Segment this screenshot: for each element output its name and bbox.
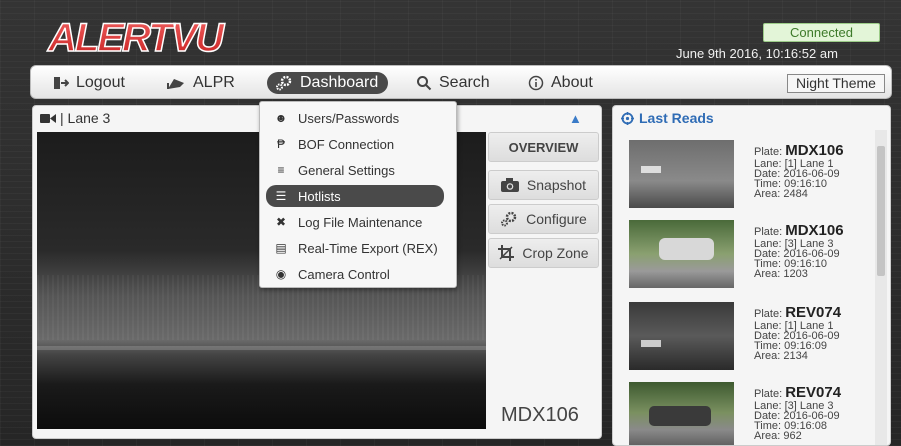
read-details: Plate: REV074 Lane: [1] Lane 1 Date: 201…	[754, 304, 842, 362]
main-navbar: Logout ALPR Dashboard Search About Night…	[30, 65, 892, 99]
read-thumbnail[interactable]	[629, 220, 734, 288]
gears-icon	[501, 211, 517, 227]
current-datetime: June 9th 2016, 10:16:52 am	[676, 46, 838, 61]
search-icon	[417, 76, 432, 91]
list-icon: ☰	[275, 189, 287, 203]
camera-control-icon: ◉	[275, 267, 287, 281]
scrollbar-thumb[interactable]	[877, 146, 885, 276]
configure-label: Configure	[526, 211, 587, 227]
logout-link[interactable]: Logout	[53, 72, 125, 94]
menu-item-label: Users/Passwords	[298, 110, 400, 126]
document-icon: ▤	[275, 241, 287, 255]
crop-zone-label: Crop Zone	[522, 245, 589, 261]
read-details: Plate: REV074 Lane: [3] Lane 3 Date: 201…	[754, 384, 842, 442]
configure-button[interactable]: Configure	[488, 204, 599, 234]
dashboard-label: Dashboard	[300, 74, 379, 91]
last-reads-title: Last Reads	[621, 110, 714, 126]
last-reads-label: Last Reads	[639, 110, 714, 126]
current-plate-readout: MDX106	[501, 404, 579, 426]
menu-item-label: Real-Time Export (REX)	[298, 240, 438, 256]
plate-field-label: Plate:	[754, 146, 783, 158]
overview-label: OVERVIEW	[508, 139, 579, 155]
read-details: Plate: MDX106 Lane: [1] Lane 1 Date: 201…	[754, 142, 844, 200]
night-theme-button[interactable]: Night Theme	[787, 74, 885, 93]
read-thumbnail[interactable]	[629, 382, 734, 445]
menu-item-hotlists[interactable]: ☰ Hotlists	[266, 185, 444, 207]
plate-field-label: Plate:	[754, 226, 783, 238]
plate-number: MDX106	[785, 222, 844, 239]
alpr-link[interactable]: ALPR	[166, 72, 235, 94]
read-area: Area: 2134	[754, 350, 808, 362]
about-label: About	[551, 74, 593, 91]
menu-item-users-passwords[interactable]: ☻ Users/Passwords	[266, 107, 444, 129]
search-link[interactable]: Search	[416, 72, 490, 94]
menu-item-label: Hotlists	[298, 188, 341, 204]
last-reads-scrollbar[interactable]	[875, 130, 887, 445]
alertvu-logo: ALERTVU	[46, 15, 228, 59]
sliders-icon: ≡	[277, 163, 285, 177]
logout-icon	[54, 77, 69, 89]
collapse-caret-icon[interactable]: ▲	[569, 111, 582, 126]
camera-scene-road	[37, 345, 486, 350]
gears-icon	[276, 75, 292, 91]
menu-item-general-settings[interactable]: ≡ General Settings	[266, 159, 444, 181]
connection-status-badge: Connected	[763, 23, 880, 42]
menu-item-label: Log File Maintenance	[298, 214, 423, 230]
read-area: Area: 2484	[754, 188, 808, 200]
dashboard-menu-button[interactable]: Dashboard	[267, 72, 389, 94]
video-camera-icon	[40, 113, 56, 123]
menu-item-label: BOF Connection	[298, 136, 395, 152]
read-thumbnail[interactable]	[629, 140, 734, 208]
alpr-camera-icon	[167, 79, 184, 89]
lane-title: | Lane 3	[60, 110, 111, 126]
info-icon	[528, 75, 544, 91]
menu-item-bof-connection[interactable]: ₱ BOF Connection	[266, 133, 444, 155]
alpr-label: ALPR	[193, 74, 235, 91]
about-link[interactable]: About	[528, 72, 593, 94]
bof-icon: ₱	[276, 137, 285, 151]
menu-item-label: General Settings	[298, 162, 395, 178]
svg-text:ALERTVU: ALERTVU	[47, 16, 225, 59]
menu-item-log-file-maintenance[interactable]: ✖ Log File Maintenance	[266, 211, 444, 233]
users-icon: ☻	[274, 111, 288, 125]
plate-field-label: Plate:	[754, 308, 783, 320]
camera-icon	[500, 178, 519, 192]
search-label: Search	[439, 74, 490, 91]
logout-label: Logout	[76, 74, 125, 91]
crop-icon	[498, 245, 515, 261]
overview-button[interactable]: OVERVIEW	[488, 132, 599, 162]
menu-item-camera-control[interactable]: ◉ Camera Control	[266, 263, 444, 285]
read-thumbnail[interactable]	[629, 302, 734, 370]
menu-item-real-time-export[interactable]: ▤ Real-Time Export (REX)	[266, 237, 444, 259]
read-area: Area: 962	[754, 430, 802, 442]
snapshot-button[interactable]: Snapshot	[488, 170, 599, 200]
plate-number: REV074	[785, 304, 842, 321]
plate-number: REV074	[785, 384, 842, 401]
plate-field-label: Plate:	[754, 388, 783, 400]
snapshot-label: Snapshot	[526, 177, 587, 193]
crosshair-icon	[621, 111, 634, 125]
plate-number: MDX106	[785, 142, 844, 159]
last-reads-panel: Last Reads Plate: MDX106 Lane: [1] Lane …	[612, 105, 891, 446]
read-details: Plate: MDX106 Lane: [3] Lane 3 Date: 201…	[754, 222, 844, 280]
tools-icon: ✖	[275, 215, 287, 229]
read-area: Area: 1203	[754, 268, 808, 280]
camera-panel-title: | Lane 3	[40, 110, 110, 126]
menu-item-label: Camera Control	[298, 266, 390, 282]
dashboard-dropdown-menu: ☻ Users/Passwords ₱ BOF Connection ≡ Gen…	[259, 101, 457, 288]
crop-zone-button[interactable]: Crop Zone	[488, 238, 599, 268]
